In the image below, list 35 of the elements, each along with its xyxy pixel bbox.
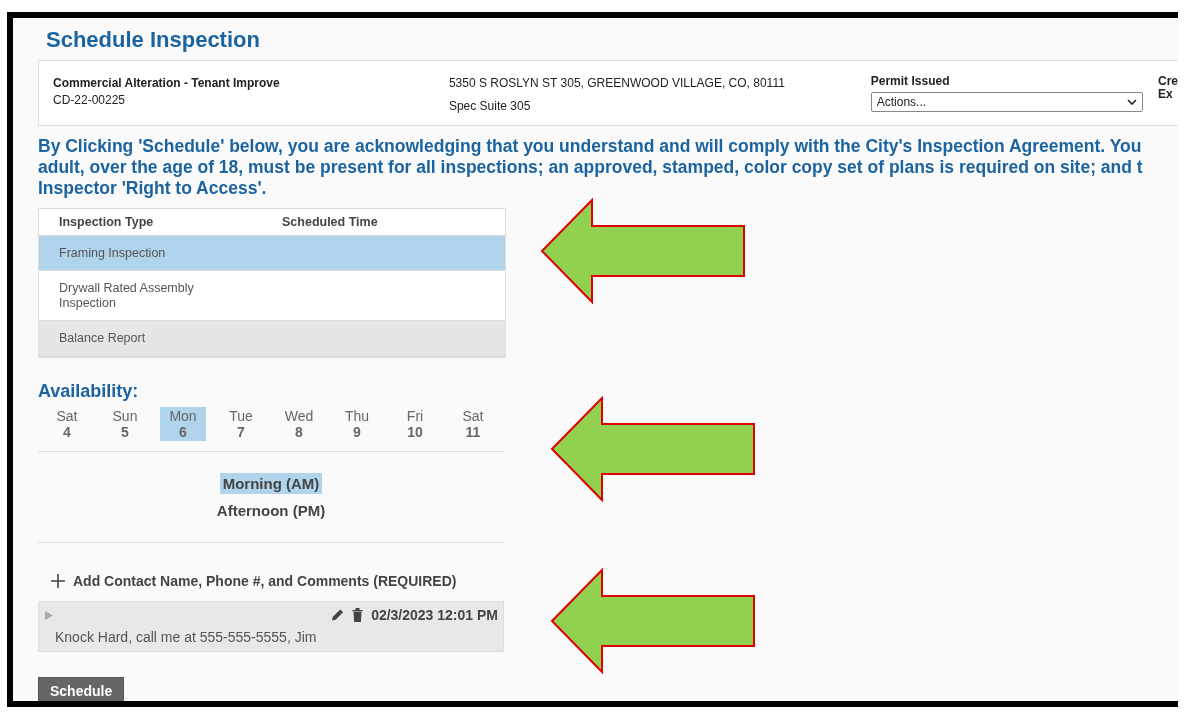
day-option[interactable]: Tue 7 xyxy=(218,407,264,441)
agreement-text: adult, over the age of 18, must be present for all inspections; an approved, stamped, color copy set of plans is required on site; and t xyxy=(38,157,1143,178)
permit-status: Permit Issued xyxy=(870,75,951,88)
permit-number: CD-22-00225 xyxy=(53,92,127,109)
trash-icon[interactable] xyxy=(351,608,365,622)
table-row[interactable]: Balance Report xyxy=(39,321,505,357)
day-option[interactable]: Wed 8 xyxy=(276,407,322,441)
add-contact-link[interactable]: Add Contact Name, Phone #, and Comments (REQUIRED) xyxy=(51,573,457,589)
cut-off-label: Cre xyxy=(1158,75,1178,88)
permit-address: 5350 S ROSLYN ST 305, GREENWOOD VILLAGE, CO, 80111 xyxy=(448,75,786,92)
permit-unit: Spec Suite 305 xyxy=(448,98,532,115)
column-header: Scheduled Time xyxy=(282,215,379,229)
time-option[interactable]: Afternoon (PM) xyxy=(213,500,329,521)
pencil-icon[interactable] xyxy=(331,608,345,622)
comment-timestamp: 02/3/2023 12:01 PM xyxy=(371,607,498,623)
agreement-text: By Clicking 'Schedule' below, you are acknowledging that you understand and will comply with the City's Inspection Agreement. You xyxy=(38,136,1142,157)
table-row[interactable]: Framing Inspection xyxy=(39,236,505,271)
cut-off-label: Ex xyxy=(1158,88,1174,101)
day-option[interactable]: Sun 5 xyxy=(102,407,148,441)
section-heading: Availability: xyxy=(38,380,140,402)
plus-icon xyxy=(51,574,65,588)
column-header: Inspection Type xyxy=(59,215,155,229)
time-option[interactable]: Morning (AM) xyxy=(219,473,323,494)
day-option[interactable]: Fri 10 xyxy=(392,407,438,441)
day-option[interactable]: Thu 9 xyxy=(334,407,380,441)
actions-dropdown[interactable]: Actions... xyxy=(870,92,1143,112)
comment-text: Knock Hard, call me at 555-555-5555, Jim xyxy=(55,629,317,645)
permit-type: Commercial Alteration - Tenant Improve xyxy=(53,75,281,92)
day-option[interactable]: Sat 11 xyxy=(450,407,496,441)
schedule-button[interactable]: Schedule xyxy=(38,677,125,701)
agreement-text: Inspector 'Right to Access'. xyxy=(38,178,267,199)
day-option[interactable]: Sat 4 xyxy=(44,407,90,441)
day-option[interactable]: Mon 6 xyxy=(160,407,206,441)
page-title: Schedule Inspection xyxy=(46,26,261,54)
chevron-down-icon xyxy=(1126,99,1137,105)
